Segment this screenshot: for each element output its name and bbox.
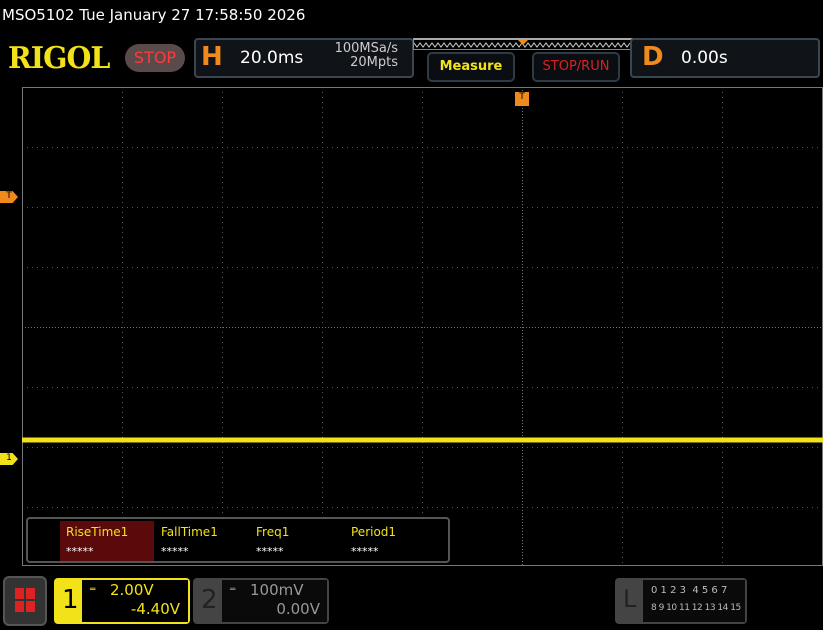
channel2-scale: 100mV xyxy=(250,581,304,599)
channel1-offset-marker[interactable]: 1 xyxy=(0,453,18,465)
measurement-risetime[interactable]: RiseTime1 ***** xyxy=(60,521,154,561)
trigger-level-marker[interactable]: T xyxy=(0,191,18,203)
channel2-number: 2 xyxy=(201,585,218,615)
menu-button[interactable] xyxy=(3,576,47,626)
menu-grid-icon xyxy=(15,588,35,612)
timebase-value: 20.0ms xyxy=(240,48,304,68)
acquisition-info: 100MSa/s 20Mpts xyxy=(310,42,398,70)
logic-label: L xyxy=(623,585,637,613)
waveform-grid[interactable] xyxy=(22,87,823,566)
channel1-offset: -4.40V xyxy=(130,600,180,618)
logic-channels-row1: 0 1 2 3 4 5 6 7 xyxy=(651,585,728,596)
measurement-bar: RiseTime1 ***** FallTime1 ***** Freq1 *****… xyxy=(26,517,450,563)
channel1-scale: 2.00V xyxy=(110,581,154,599)
channel2-offset: 0.00V xyxy=(276,600,320,618)
measurement-value: ***** xyxy=(161,545,189,558)
measurement-label: RiseTime1 xyxy=(66,525,129,539)
channel1-number: 1 xyxy=(62,585,79,615)
trigger-position-marker[interactable]: T xyxy=(515,92,529,106)
horizontal-label: H xyxy=(201,42,223,72)
measurement-value: ***** xyxy=(66,545,94,558)
dc-coupling-icon: ═ xyxy=(230,585,236,595)
measurement-falltime[interactable]: FallTime1 ***** xyxy=(155,521,249,561)
measurement-value: ***** xyxy=(351,545,379,558)
measurement-label: FallTime1 xyxy=(161,525,218,539)
delay-label: D xyxy=(642,42,664,72)
delay-value: 0.00s xyxy=(681,48,728,68)
stop-run-button[interactable]: STOP/RUN xyxy=(532,52,620,82)
memory-overview-bar xyxy=(413,38,633,50)
run-state-badge[interactable]: STOP xyxy=(125,44,185,72)
logic-channels-row2: 8 9 10 11 12 13 14 15 xyxy=(651,603,741,613)
measurement-label: Freq1 xyxy=(256,525,290,539)
measurement-period[interactable]: Period1 ***** xyxy=(345,521,439,561)
measurement-freq[interactable]: Freq1 ***** xyxy=(250,521,344,561)
window-title: MSO5102 Tue January 27 17:58:50 2026 xyxy=(2,6,306,24)
measure-button[interactable]: Measure xyxy=(427,52,515,82)
rigol-logo: RIGOL xyxy=(8,41,110,76)
memory-depth: 20Mpts xyxy=(350,55,398,70)
sample-rate: 100MSa/s xyxy=(334,41,398,56)
dc-coupling-icon: ═ xyxy=(90,585,96,595)
measurement-label: Period1 xyxy=(351,525,397,539)
measurement-value: ***** xyxy=(256,545,284,558)
